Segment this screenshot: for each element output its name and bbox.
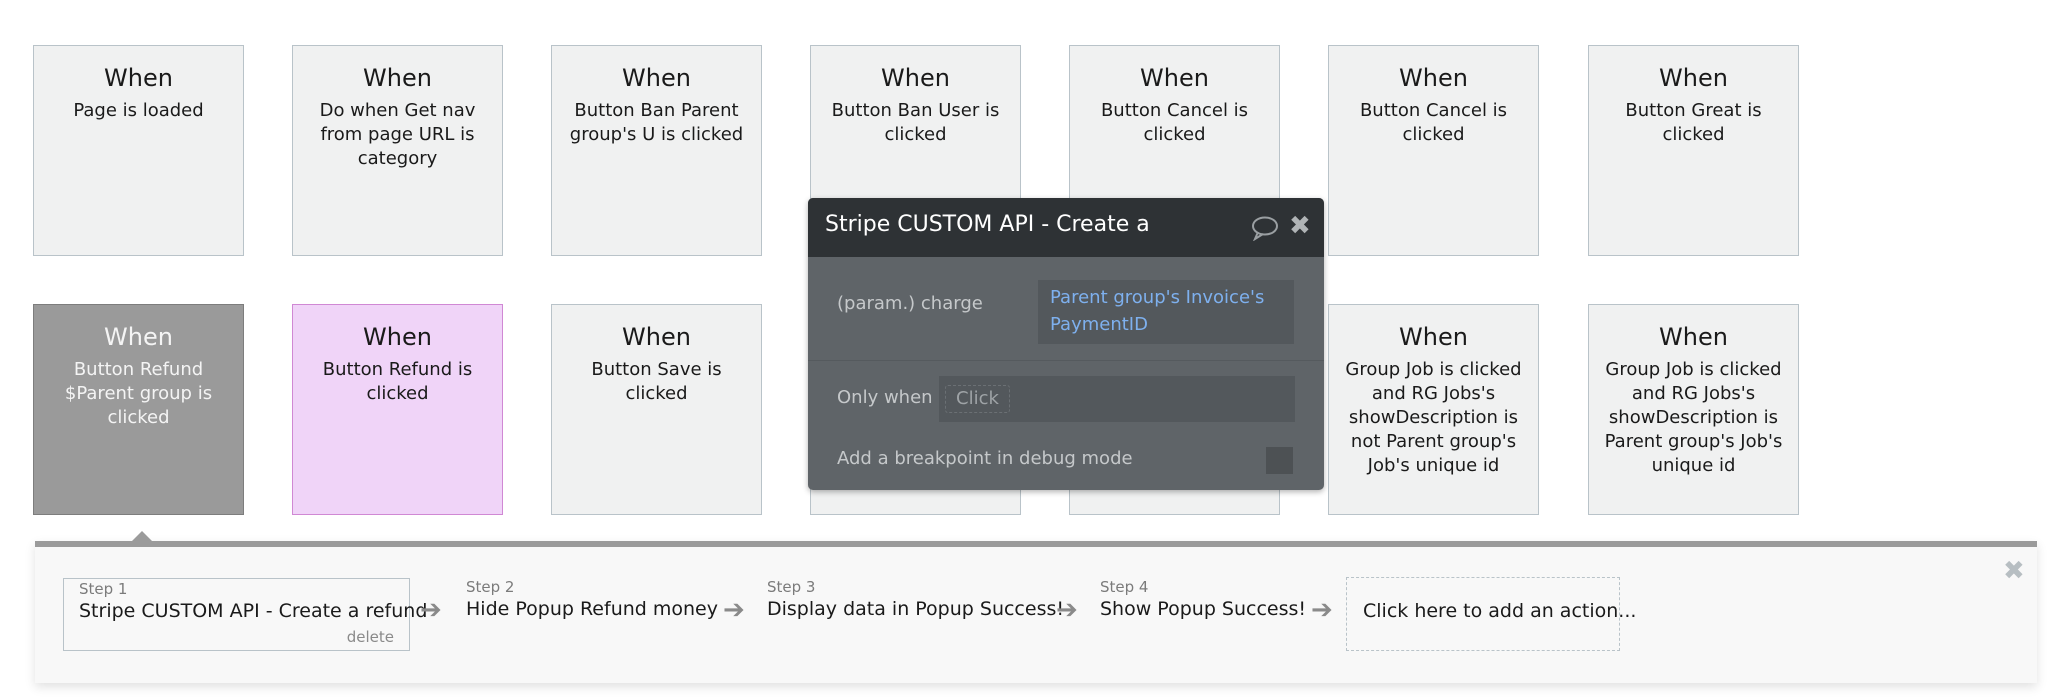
event-description: Button Refund is clicked bbox=[322, 359, 473, 404]
event-title: When bbox=[881, 64, 950, 92]
panel-pointer bbox=[132, 531, 152, 541]
step-number: Step 4 bbox=[1100, 578, 1149, 596]
step-3[interactable]: Step 3 Display data in Popup Success! bbox=[767, 578, 1064, 622]
step-name: Show Popup Success! bbox=[1100, 598, 1307, 620]
workflow-steps-panel: Step 1 Stripe CUSTOM API - Create a refu… bbox=[35, 531, 2037, 683]
event-title: When bbox=[622, 323, 691, 351]
event-card[interactable]: When Button Great is clicked bbox=[1588, 45, 1799, 256]
breakpoint-label: Add a breakpoint in debug mode bbox=[837, 448, 1133, 469]
divider bbox=[808, 360, 1324, 361]
event-description: Button Cancel is clicked bbox=[1359, 100, 1508, 145]
event-description: Page is loaded bbox=[73, 100, 204, 121]
event-description: Button Refund $Parent group is clicked bbox=[64, 359, 213, 428]
param-charge-label: (param.) charge bbox=[837, 293, 983, 314]
event-description: Group Job is clicked and RG Jobs's showD… bbox=[1345, 359, 1522, 476]
event-description: Button Cancel is clicked bbox=[1100, 100, 1249, 145]
event-title: When bbox=[1399, 64, 1468, 92]
event-title: When bbox=[1659, 64, 1728, 92]
step-name: Stripe CUSTOM API - Create a refund bbox=[79, 600, 428, 622]
event-title: When bbox=[1399, 323, 1468, 351]
step-2[interactable]: Step 2 Hide Popup Refund money bbox=[466, 578, 718, 622]
step-1[interactable]: Step 1 Stripe CUSTOM API - Create a refu… bbox=[63, 578, 428, 651]
event-description: Do when Get nav from page URL is categor… bbox=[319, 100, 476, 169]
arrow-right-icon: ➔ bbox=[420, 595, 442, 625]
event-card-selected[interactable]: When Button Refund $Parent group is clic… bbox=[33, 304, 244, 515]
panel-top-bar bbox=[35, 541, 2037, 547]
speech-bubble-icon[interactable] bbox=[1251, 215, 1279, 241]
event-description: Button Great is clicked bbox=[1625, 100, 1762, 145]
param-charge-value[interactable]: Parent group's Invoice's PaymentID bbox=[1038, 280, 1294, 344]
arrow-right-icon: ➔ bbox=[1311, 595, 1333, 625]
event-title: When bbox=[1140, 64, 1209, 92]
step-number: Step 1 bbox=[79, 580, 128, 598]
event-title: When bbox=[104, 323, 173, 351]
add-action-button[interactable]: Click here to add an action... bbox=[1346, 577, 1636, 651]
only-when-input[interactable]: Click bbox=[939, 376, 1295, 422]
event-title: When bbox=[104, 64, 173, 92]
event-description: Button Ban Parent group's U is clicked bbox=[569, 100, 744, 145]
event-card[interactable]: When Button Cancel is clicked bbox=[1328, 45, 1539, 256]
event-card[interactable]: When Page is loaded bbox=[33, 45, 244, 256]
event-card[interactable]: When Group Job is clicked and RG Jobs's … bbox=[1588, 304, 1799, 515]
close-icon[interactable]: ✖ bbox=[2003, 558, 2025, 584]
event-description: Button Save is clicked bbox=[591, 359, 722, 404]
step-4[interactable]: Step 4 Show Popup Success! bbox=[1100, 578, 1306, 622]
popup-header[interactable]: Stripe CUSTOM API - Create a refu ✖ bbox=[808, 198, 1324, 257]
only-when-placeholder[interactable]: Click bbox=[945, 385, 1010, 413]
step-number: Step 3 bbox=[767, 578, 816, 596]
step-number: Step 2 bbox=[466, 578, 515, 596]
breakpoint-checkbox[interactable] bbox=[1266, 447, 1293, 474]
event-title: When bbox=[363, 64, 432, 92]
arrow-right-icon: ➔ bbox=[1056, 595, 1078, 625]
event-description: Button Ban User is clicked bbox=[831, 100, 1000, 145]
event-card[interactable]: When Button Save is clicked bbox=[551, 304, 762, 515]
delete-step-link[interactable]: delete bbox=[347, 628, 394, 646]
step-name: Display data in Popup Success! bbox=[767, 598, 1064, 620]
only-when-label: Only when bbox=[837, 387, 933, 408]
event-title: When bbox=[1659, 323, 1728, 351]
step-name: Hide Popup Refund money bbox=[466, 598, 718, 620]
event-card[interactable]: When Button Ban Parent group's U is clic… bbox=[551, 45, 762, 256]
popup-title: Stripe CUSTOM API - Create a refu bbox=[825, 212, 1155, 237]
event-description: Group Job is clicked and RG Jobs's showD… bbox=[1604, 359, 1783, 476]
event-title: When bbox=[363, 323, 432, 351]
event-card[interactable]: When Do when Get nav from page URL is ca… bbox=[292, 45, 503, 256]
action-property-editor: Stripe CUSTOM API - Create a refu ✖ (par… bbox=[808, 198, 1324, 490]
event-card[interactable]: When Group Job is clicked and RG Jobs's … bbox=[1328, 304, 1539, 515]
event-card-custom[interactable]: When Button Refund is clicked bbox=[292, 304, 503, 515]
arrow-right-icon: ➔ bbox=[723, 595, 745, 625]
event-title: When bbox=[622, 64, 691, 92]
close-icon[interactable]: ✖ bbox=[1289, 213, 1313, 239]
